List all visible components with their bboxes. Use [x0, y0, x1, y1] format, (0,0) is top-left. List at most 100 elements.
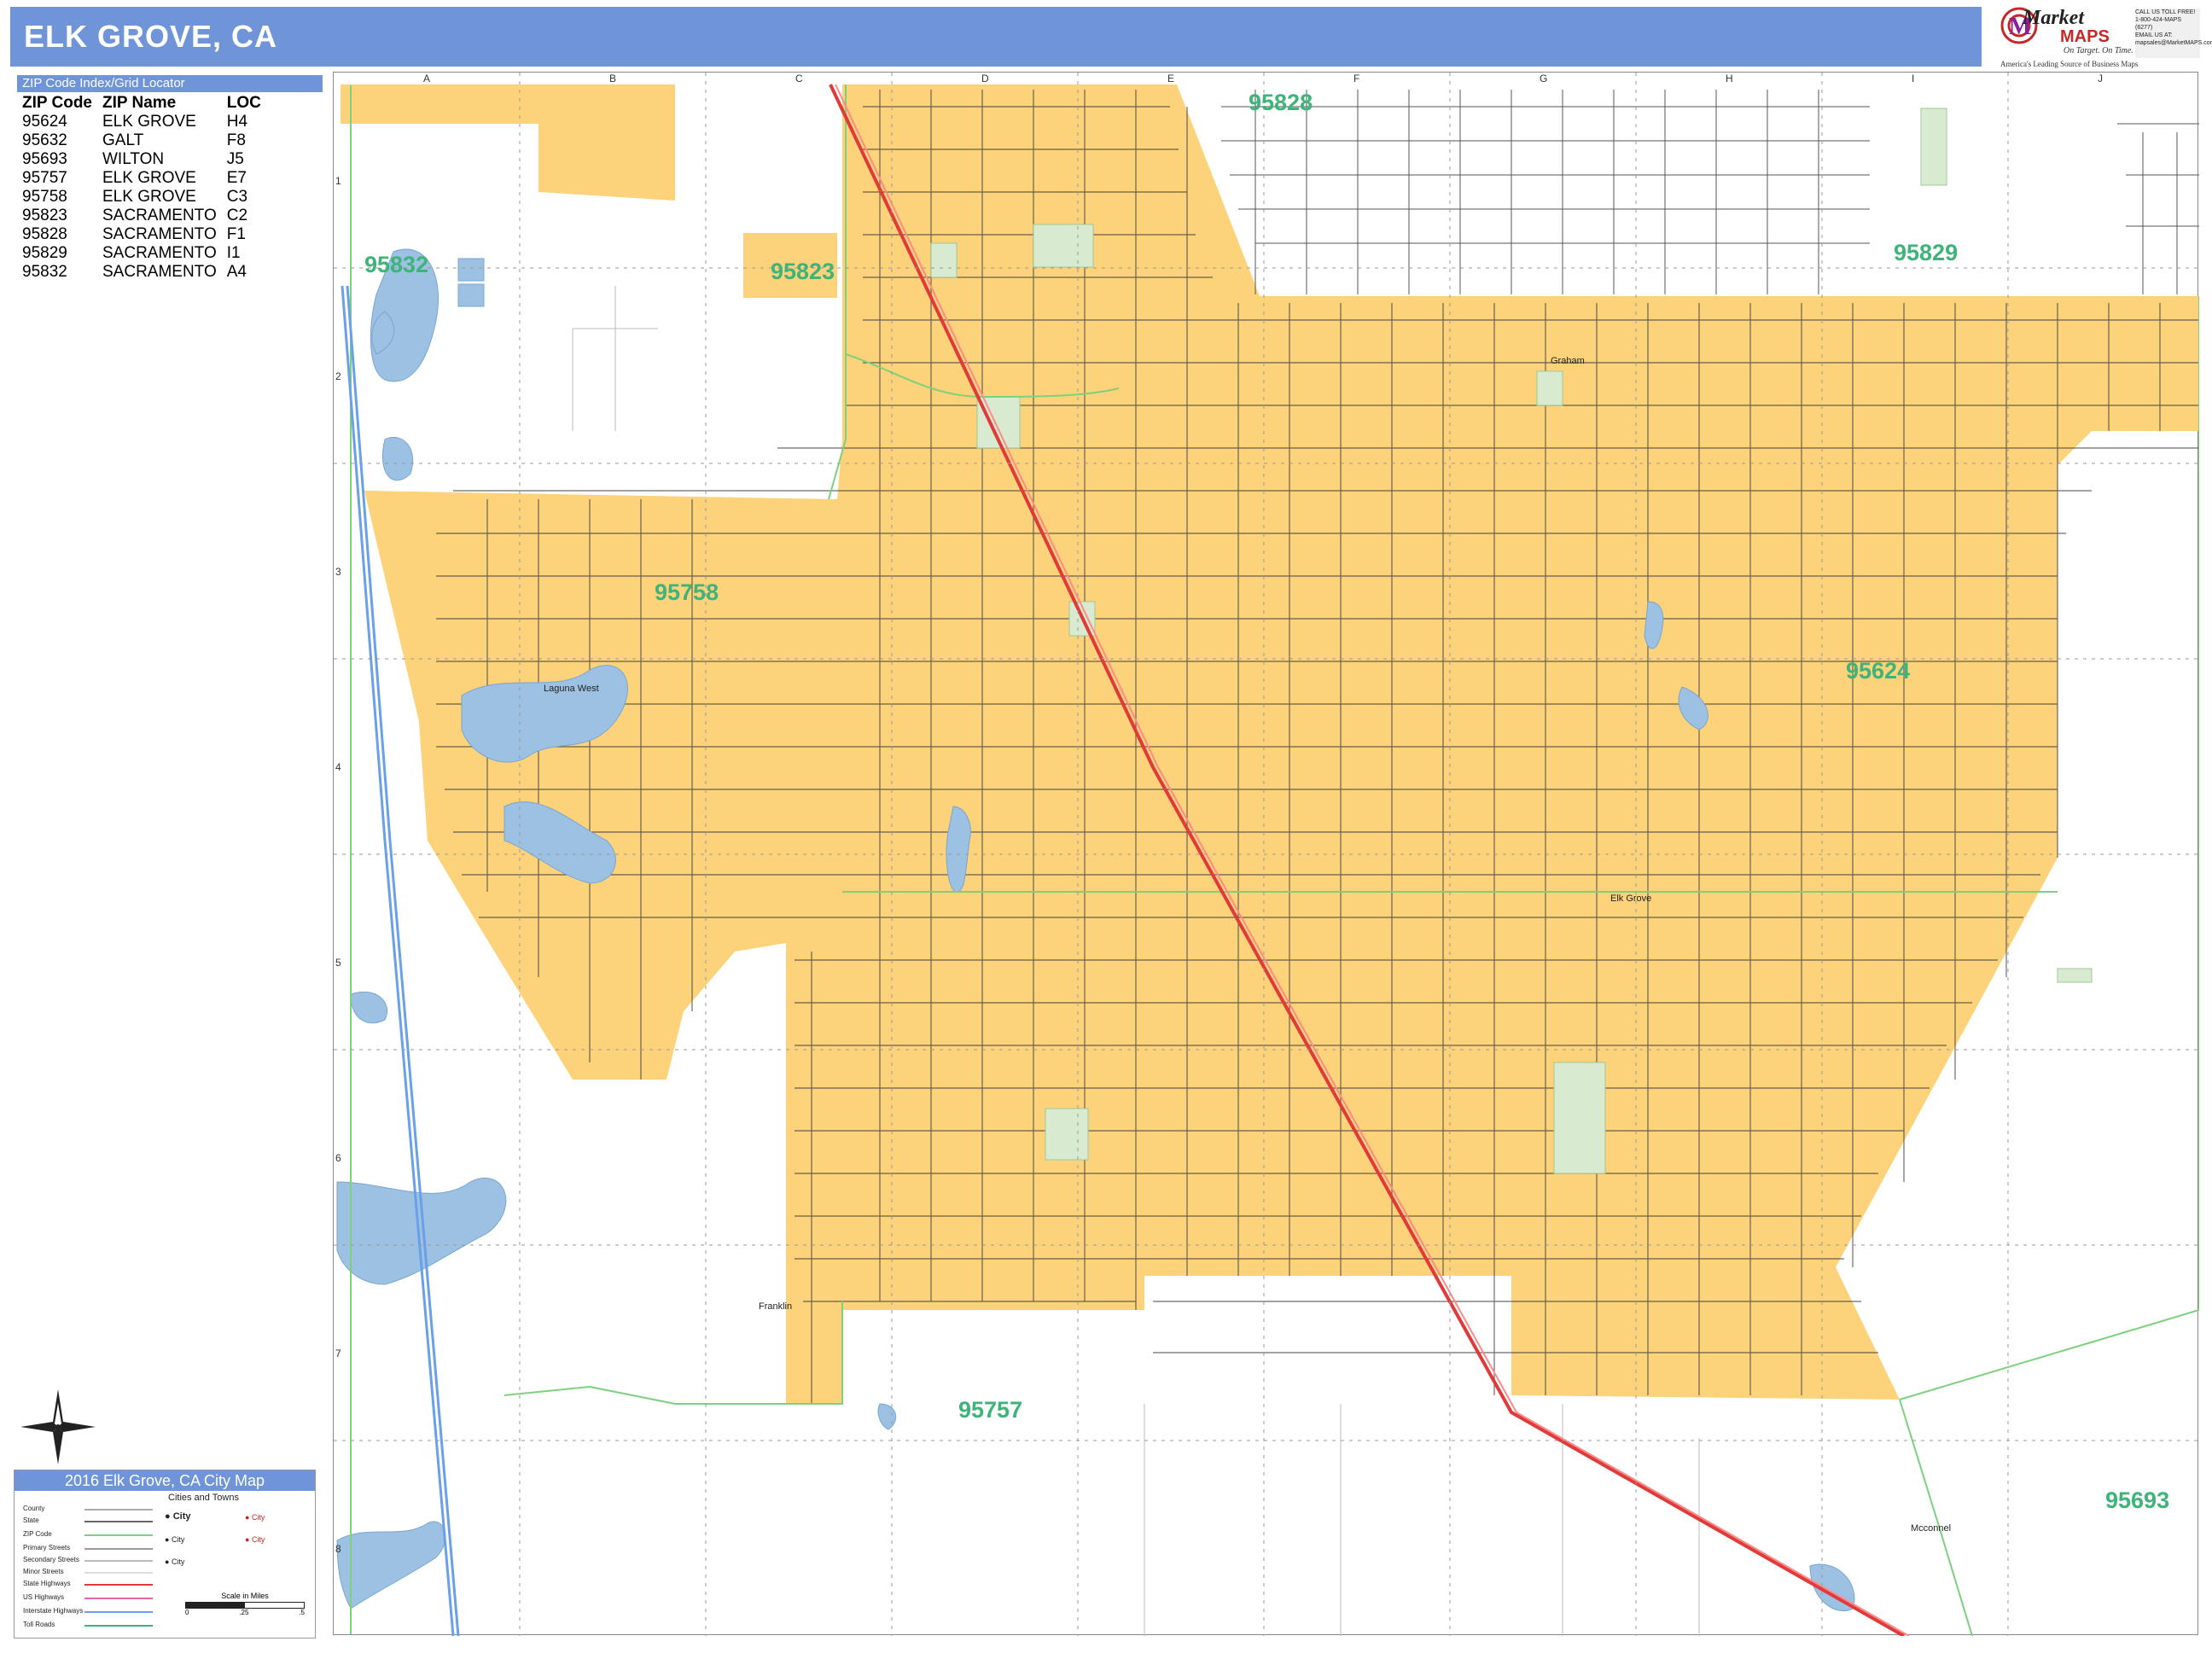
legend-city-word: City	[251, 1513, 265, 1522]
zip-index-table: ZIP Code ZIP Name LOC 95624 ELK GROVE H4 9…	[17, 94, 266, 282]
lake-west	[381, 436, 414, 481]
zip-label-95693: 95693	[2105, 1487, 2170, 1513]
zip-name-cell: SACRAMENTO	[102, 207, 217, 224]
table-row: 95693 WILTON J5	[17, 150, 266, 169]
table-row: 95757 ELK GROVE E7	[17, 169, 266, 188]
zip-code-cell: 95632	[22, 131, 67, 149]
table-row: 95832 SACRAMENTO A4	[17, 263, 266, 282]
loc-cell: I1	[226, 244, 241, 262]
legend-line-toll	[84, 1625, 153, 1627]
loc-cell: H4	[226, 113, 248, 131]
legend-cities-title: Cities and Towns	[168, 1493, 239, 1503]
grid-letter-j: J	[2098, 73, 2103, 84]
zip-label-95823: 95823	[771, 259, 835, 284]
grid-letter-d: D	[981, 73, 989, 84]
zip-name-cell: ELK GROVE	[102, 113, 196, 131]
contact-line: mapsales@MarketMAPS.com	[2135, 40, 2212, 46]
grid-letter-h: H	[1726, 73, 1733, 84]
title-bar: ELK GROVE, CA	[10, 7, 1982, 67]
zip-label-95828: 95828	[1249, 90, 1313, 115]
zip-label-95832: 95832	[364, 252, 429, 277]
legend-label: Interstate Highways	[23, 1607, 84, 1615]
interstate-5	[341, 285, 460, 1636]
legend-line-interstate	[84, 1611, 153, 1613]
grid-number-8: 8	[335, 1543, 341, 1555]
north-neighborhood-streets	[1221, 90, 2199, 294]
place-mcconnel: Mcconnel	[1911, 1523, 1952, 1534]
loc-cell: C3	[226, 188, 248, 206]
pond	[457, 258, 485, 282]
legend-label: State	[23, 1516, 39, 1524]
legend-line-us-hwy	[84, 1598, 153, 1599]
zip-name-cell: GALT	[102, 131, 144, 149]
legend-line-county	[84, 1509, 153, 1511]
logo-contact: CALL US TOLL FREE! 1-800-424-MAPS (6277)…	[2135, 9, 2212, 58]
legend-scale: Scale in Miles 0 .25 .5	[185, 1592, 305, 1616]
zip-code-cell: 95757	[22, 169, 67, 187]
zip-code-cell: 95758	[22, 188, 67, 206]
place-elk-grove: Elk Grove	[1610, 894, 1652, 904]
pond	[457, 283, 485, 307]
place-franklin: Franklin	[759, 1301, 793, 1312]
park	[1553, 1062, 1606, 1174]
loc-cell: C2	[226, 207, 248, 224]
legend-line-state	[84, 1521, 153, 1522]
legend-label: Toll Roads	[23, 1621, 55, 1628]
river-southwest	[336, 1521, 446, 1610]
zip-code-cell: 95828	[22, 225, 67, 243]
loc-cell: F1	[226, 225, 246, 243]
table-row: 95828 SACRAMENTO F1	[17, 225, 266, 244]
logo-slogan: On Target. On Time.	[2064, 46, 2133, 55]
zip-code-cell: 95624	[22, 113, 67, 131]
grid-number-6: 6	[335, 1152, 341, 1164]
table-row: 95632 GALT F8	[17, 131, 266, 150]
scale-tick: .5	[299, 1609, 305, 1616]
park	[1033, 224, 1094, 268]
zip-code-cell: 95693	[22, 150, 67, 168]
compass-rose-icon	[20, 1389, 96, 1464]
city-area-northwest	[341, 84, 675, 201]
zip-code-index: ZIP Code Index/Grid Locator ZIP Code ZIP…	[17, 75, 323, 282]
contact-line: CALL US TOLL FREE!	[2135, 9, 2196, 15]
scale-ticks: 0 .25 .5	[185, 1609, 305, 1616]
table-row: 95829 SACRAMENTO I1	[17, 244, 266, 263]
map-area[interactable]: A B C D E F G H I J 1 2 3 4 5 6 7 8 9582…	[333, 72, 2199, 1636]
zip-label-95757: 95757	[958, 1397, 1023, 1423]
grid-letter-i: I	[1912, 73, 1915, 84]
legend-line-minor	[84, 1572, 153, 1574]
legend-title: 2016 Elk Grove, CA City Map	[15, 1470, 315, 1491]
legend-line-secondary	[84, 1560, 153, 1562]
legend-label: US Highways	[23, 1593, 65, 1601]
logo-brand-bottom: MAPS	[2060, 27, 2110, 46]
zip-label-95624: 95624	[1846, 658, 1911, 684]
col-loc: LOC	[226, 94, 261, 112]
legend-label: Minor Streets	[23, 1568, 64, 1575]
col-zip-name: ZIP Name	[102, 94, 177, 112]
grid-letter-b: B	[609, 73, 617, 84]
zip-code-cell: 95829	[22, 244, 67, 262]
map-legend: 2016 Elk Grove, CA City Map County State…	[14, 1470, 316, 1639]
zip-label-95829: 95829	[1894, 240, 1959, 265]
legend-city-word: City	[251, 1535, 265, 1544]
legend-label: State Highways	[23, 1580, 71, 1587]
zip-name-cell: ELK GROVE	[102, 188, 196, 206]
grid-number-7: 7	[335, 1348, 341, 1359]
grid-number-3: 3	[335, 566, 341, 578]
zip-name-cell: SACRAMENTO	[102, 263, 217, 281]
legend-city-word: City	[171, 1535, 185, 1544]
park	[1045, 1108, 1089, 1161]
grid-letter-e: E	[1167, 73, 1175, 84]
loc-cell: A4	[226, 263, 247, 281]
place-graham: Graham	[1551, 356, 1585, 366]
zip-name-cell: SACRAMENTO	[102, 225, 217, 243]
scale-bar	[185, 1602, 305, 1609]
pond-south	[877, 1403, 897, 1430]
zip-name-cell: WILTON	[102, 150, 165, 168]
market-maps-logo: M Market MAPS On Target. On Time. Americ…	[1997, 5, 2212, 70]
zip-index-header-row: ZIP Code ZIP Name LOC	[17, 94, 266, 113]
loc-cell: J5	[226, 150, 244, 168]
map-canvas[interactable]	[334, 73, 2199, 1636]
loc-cell: E7	[226, 169, 247, 187]
scale-title: Scale in Miles	[221, 1592, 269, 1600]
legend-city-red: ● City	[245, 1513, 265, 1522]
